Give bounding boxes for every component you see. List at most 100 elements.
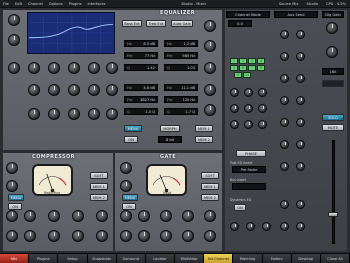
channel-knob[interactable]: [262, 222, 271, 231]
morph-button[interactable]: MORPH: [160, 125, 180, 132]
eq-knob[interactable]: [88, 84, 100, 96]
compressor-knob[interactable]: [6, 210, 18, 222]
compressor-mem1-button[interactable]: MEM 1: [90, 183, 108, 190]
aux-knob[interactable]: [280, 118, 289, 127]
grid-button[interactable]: 8: [257, 65, 265, 71]
aux-knob[interactable]: [296, 222, 305, 231]
eq-knob[interactable]: [204, 62, 216, 74]
menu-plugins[interactable]: Plugins: [66, 2, 85, 6]
compressor-knob[interactable]: [48, 210, 60, 222]
eq-on-button[interactable]: ON: [124, 136, 138, 143]
compressor-knob[interactable]: [72, 210, 84, 222]
aux-knob[interactable]: [280, 200, 289, 209]
channel-knob[interactable]: [230, 222, 239, 231]
compressor-knob[interactable]: [24, 230, 36, 242]
mute-button[interactable]: MUTE: [322, 124, 344, 131]
aux-knob[interactable]: [280, 30, 289, 39]
grid-button[interactable]: 6: [239, 65, 247, 71]
aux-knob[interactable]: [280, 74, 289, 83]
menu-file[interactable]: File: [0, 2, 12, 6]
compressor-on-button[interactable]: ON: [8, 203, 22, 210]
menu-options[interactable]: Options: [46, 2, 66, 6]
compressor-knob[interactable]: [24, 210, 36, 222]
aux-knob[interactable]: [280, 52, 289, 61]
gate-knob[interactable]: [120, 180, 132, 192]
gate-knob[interactable]: [160, 210, 172, 222]
grid-button[interactable]: 3: [248, 58, 256, 64]
channel-knob[interactable]: [230, 120, 239, 129]
gate-knob[interactable]: [120, 230, 132, 242]
channel-knob[interactable]: [258, 104, 267, 113]
aux-knob[interactable]: [296, 52, 305, 61]
compressor-menu-button[interactable]: MENU: [8, 194, 24, 201]
gate-knob[interactable]: [120, 210, 132, 222]
compressor-knob[interactable]: [48, 230, 60, 242]
aux-knob[interactable]: [296, 140, 305, 149]
gate-knob[interactable]: [204, 230, 216, 242]
gate-knob[interactable]: [182, 230, 194, 242]
channel-knob[interactable]: [246, 222, 255, 231]
aux-knob[interactable]: [280, 162, 289, 171]
menu-channel[interactable]: Channel: [25, 2, 46, 6]
eq-knob[interactable]: [68, 108, 80, 120]
aux-knob[interactable]: [296, 30, 305, 39]
compressor-soft-button[interactable]: SOFT: [90, 172, 108, 179]
menu-interfaces[interactable]: Interfaces: [85, 2, 109, 6]
compressor-mem2-button[interactable]: MEM 2: [90, 194, 108, 201]
gate-knob[interactable]: [182, 210, 194, 222]
dig-gain-knob[interactable]: [326, 22, 338, 34]
eq-knob[interactable]: [28, 84, 40, 96]
eq-knob[interactable]: [48, 108, 60, 120]
bass-ext-button[interactable]: Bass Ext: [122, 20, 142, 27]
tab-setup[interactable]: Setup: [58, 254, 88, 263]
compressor-knob[interactable]: [96, 210, 108, 222]
eq-knob[interactable]: [204, 40, 216, 52]
compressor-knob[interactable]: [72, 230, 84, 242]
grid-button[interactable]: 7: [248, 65, 256, 71]
channel-knob[interactable]: [244, 104, 253, 113]
eq-knob[interactable]: [106, 108, 118, 120]
grid-button[interactable]: 1: [230, 58, 238, 64]
grid-button[interactable]: 2: [239, 58, 247, 64]
eq-mem1-button[interactable]: MEM 1: [195, 125, 213, 132]
eq-menu-button[interactable]: MENU: [124, 125, 142, 132]
gate-knob[interactable]: [204, 210, 216, 222]
tab-close-all[interactable]: Close All: [320, 254, 350, 263]
gate-mem2-button[interactable]: MEM 2: [201, 194, 219, 201]
aux-knob[interactable]: [296, 74, 305, 83]
grid-button[interactable]: 5: [230, 65, 238, 71]
pan-knob[interactable]: [326, 46, 338, 58]
phase-button[interactable]: PHASE: [236, 150, 266, 157]
menu-edit[interactable]: Edit: [12, 2, 25, 6]
eq-knob[interactable]: [106, 62, 118, 74]
channel-knob[interactable]: [258, 120, 267, 129]
gate-menu-button[interactable]: MENU: [122, 194, 138, 201]
eq-mem2-button[interactable]: MEM 2: [195, 136, 213, 143]
channel-fader-handle[interactable]: [328, 212, 338, 217]
eq-knob[interactable]: [68, 84, 80, 96]
eq-knob[interactable]: [88, 62, 100, 74]
grid-button[interactable]: 9: [234, 72, 242, 78]
tab-mixeditor[interactable]: MixEditor: [175, 254, 205, 263]
tab-locator[interactable]: Locator: [145, 254, 176, 263]
dark-button[interactable]: [322, 80, 344, 87]
eq-knob[interactable]: [8, 62, 20, 74]
gate-knob[interactable]: [120, 162, 132, 174]
compressor-knob[interactable]: [96, 230, 108, 242]
channel-knob[interactable]: [244, 120, 253, 129]
eq-knob[interactable]: [28, 62, 40, 74]
grid-button[interactable]: 10: [243, 72, 251, 78]
tab-patching[interactable]: Patching: [233, 254, 263, 263]
gate-soft-button[interactable]: SOFT: [201, 172, 219, 179]
aux-knob[interactable]: [296, 162, 305, 171]
eq-knob[interactable]: [88, 108, 100, 120]
treb-ext-button[interactable]: Treb Ext: [146, 20, 166, 27]
tab-plugins[interactable]: Plugins: [29, 254, 59, 263]
eq-knob[interactable]: [48, 62, 60, 74]
eq-knob[interactable]: [204, 104, 216, 116]
eq-knob[interactable]: [8, 34, 20, 46]
solo-button[interactable]: SOLO: [322, 114, 344, 121]
compressor-knob[interactable]: [6, 180, 18, 192]
aux-knob[interactable]: [280, 140, 289, 149]
channel-knob[interactable]: [230, 88, 239, 97]
